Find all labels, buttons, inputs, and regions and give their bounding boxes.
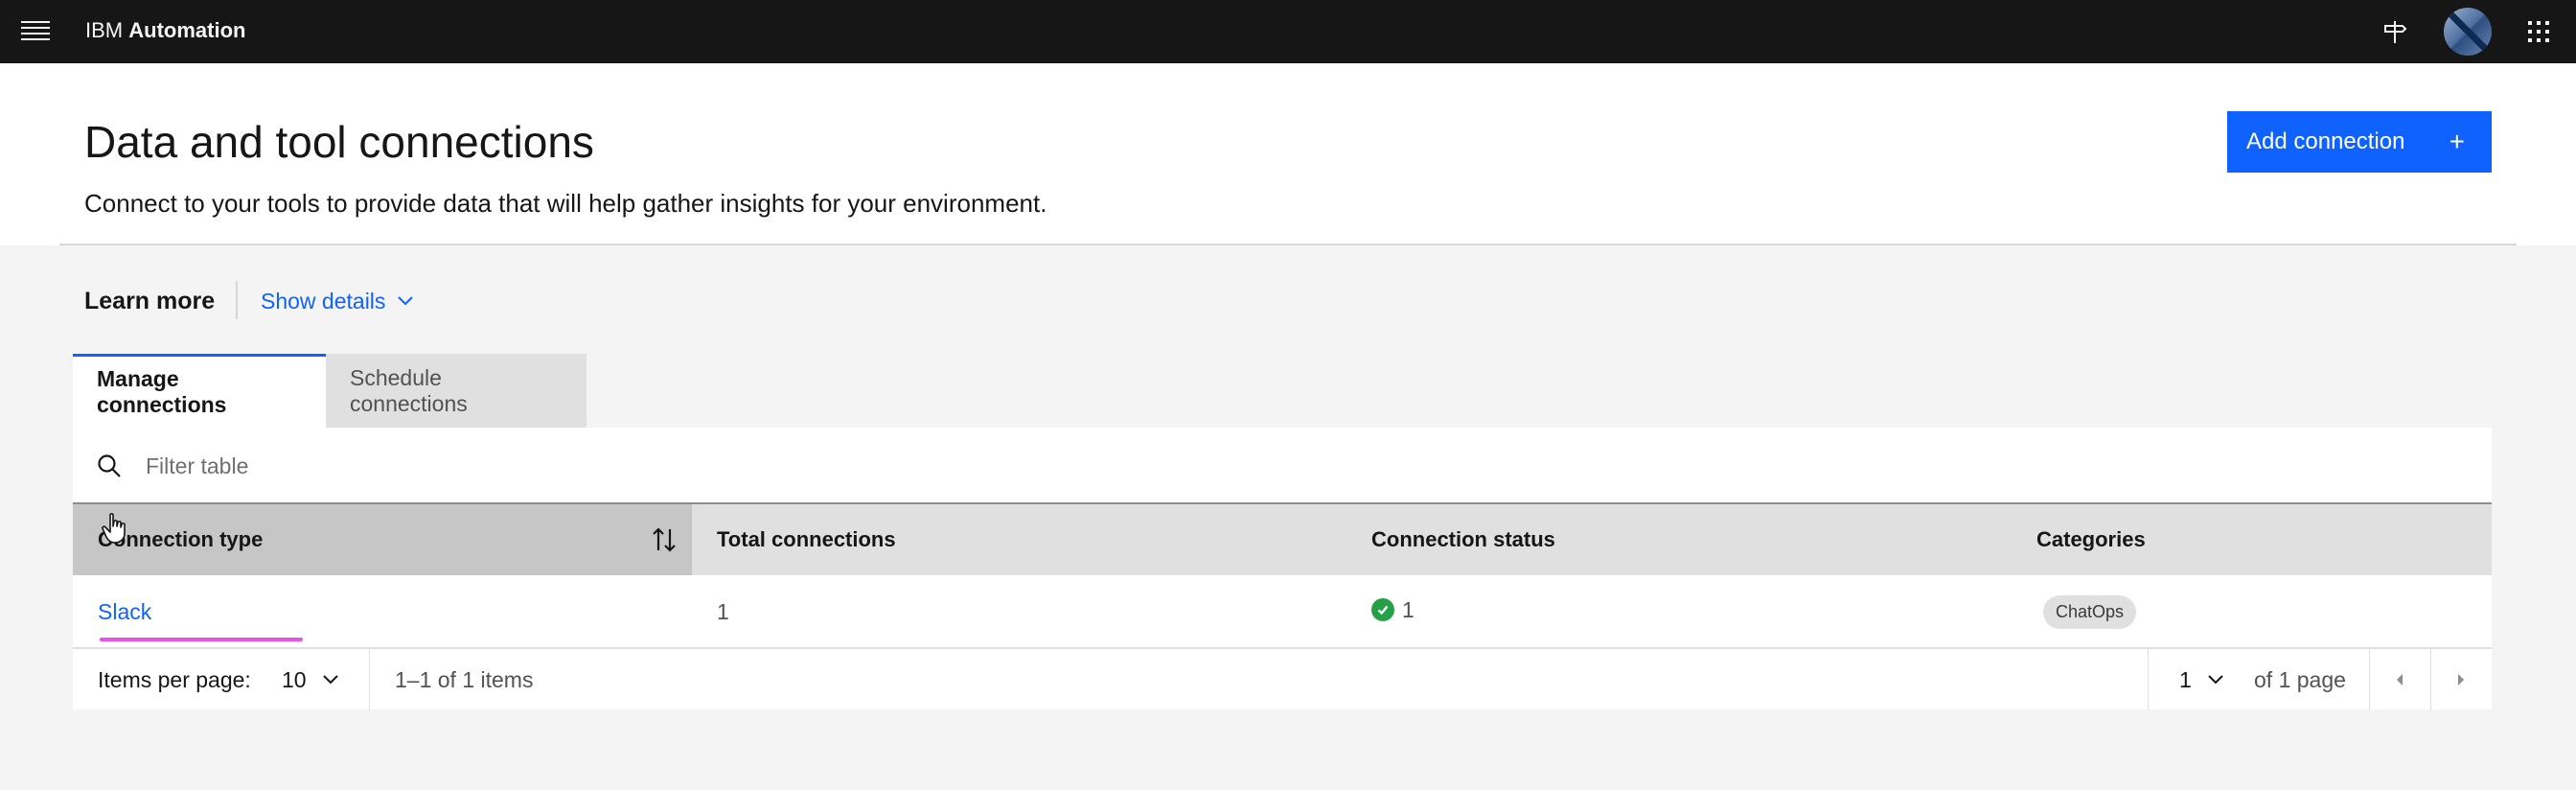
pagination: Items per page: 10 1–1 of 1 items 1 of 1… bbox=[73, 648, 2492, 710]
table-row: Slack 1 1 ChatOps bbox=[73, 575, 2492, 648]
items-per-page-label: Items per page: bbox=[98, 666, 251, 692]
items-per-page-value: 10 bbox=[282, 666, 307, 692]
checkmark-icon bbox=[1371, 598, 1394, 621]
menu-icon[interactable] bbox=[21, 17, 50, 46]
caret-right-icon bbox=[2458, 674, 2464, 685]
avatar[interactable] bbox=[2436, 0, 2499, 63]
item-range-text: 1–1 of 1 items bbox=[395, 666, 534, 692]
show-details-label: Show details bbox=[261, 289, 386, 314]
column-header-total-connections[interactable]: Total connections bbox=[717, 504, 896, 575]
status-count: 1 bbox=[1402, 596, 1414, 622]
annotation-underline bbox=[100, 638, 303, 641]
signpost-icon[interactable] bbox=[2363, 0, 2426, 63]
divider bbox=[2148, 649, 2149, 710]
sort-icon bbox=[653, 527, 676, 552]
table-search bbox=[73, 428, 2492, 504]
show-details-toggle[interactable]: Show details bbox=[261, 286, 414, 316]
page-number: 1 bbox=[2179, 666, 2192, 692]
search-icon bbox=[98, 454, 121, 477]
categories-cell: ChatOps bbox=[2043, 575, 2137, 648]
chevron-down-icon bbox=[322, 675, 338, 685]
page-header: Data and tool connections Connect to you… bbox=[0, 63, 2576, 245]
column-header-categories[interactable]: Categories bbox=[2036, 504, 2146, 575]
column-header-connection-type[interactable]: Connection type bbox=[73, 504, 692, 575]
connection-status-cell: 1 bbox=[1371, 573, 1414, 646]
mouse-pointer-hand-icon bbox=[102, 513, 126, 544]
brand-product: Automation bbox=[128, 18, 246, 42]
tab-list: Manage connections Schedule connections bbox=[73, 354, 586, 428]
caret-left-icon bbox=[2397, 674, 2403, 685]
tab-manage-connections[interactable]: Manage connections bbox=[73, 354, 326, 428]
chevron-down-icon bbox=[2208, 675, 2223, 685]
add-connection-button[interactable]: Add connection + bbox=[2227, 111, 2492, 173]
page-select[interactable]: 1 bbox=[2179, 649, 2224, 710]
add-connection-label: Add connection bbox=[2246, 128, 2405, 154]
chevron-down-icon bbox=[398, 296, 414, 306]
page-title: Data and tool connections bbox=[84, 117, 594, 167]
divider bbox=[59, 244, 2517, 245]
column-header-connection-status[interactable]: Connection status bbox=[1371, 504, 1555, 575]
avatar-image bbox=[2444, 8, 2492, 56]
brand-prefix: IBM bbox=[85, 18, 124, 42]
page-description: Connect to your tools to provide data th… bbox=[84, 189, 1047, 218]
learn-more-heading: Learn more bbox=[84, 288, 216, 314]
previous-page-button[interactable] bbox=[2369, 649, 2430, 710]
plus-icon: + bbox=[2449, 127, 2465, 156]
brand-name[interactable]: IBM Automation bbox=[85, 16, 245, 45]
total-pages-text: of 1 page bbox=[2254, 666, 2346, 692]
total-connections-cell: 1 bbox=[717, 598, 729, 624]
table-header: Connection type Total connections Connec… bbox=[73, 504, 2492, 575]
filter-table-input[interactable] bbox=[146, 445, 1296, 487]
divider bbox=[236, 281, 238, 319]
items-per-page-select[interactable]: 10 bbox=[282, 649, 339, 710]
top-navigation-bar: IBM Automation bbox=[0, 0, 2576, 63]
app-switcher-icon[interactable] bbox=[2507, 0, 2570, 63]
slack-connection-link[interactable]: Slack bbox=[98, 599, 151, 625]
divider bbox=[369, 649, 370, 710]
tab-schedule-connections[interactable]: Schedule connections bbox=[326, 354, 586, 428]
next-page-button[interactable] bbox=[2430, 649, 2492, 710]
category-tag: ChatOps bbox=[2043, 594, 2137, 629]
